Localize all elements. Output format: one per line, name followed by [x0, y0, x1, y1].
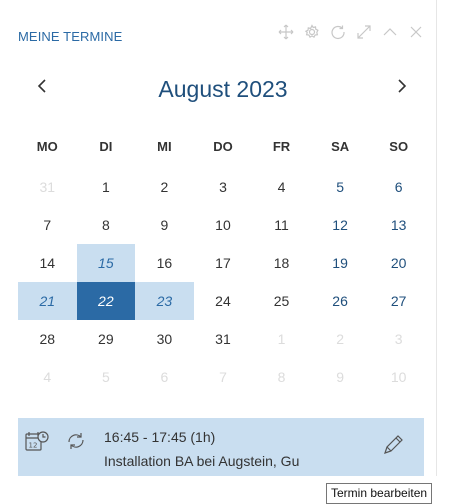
chevron-right-icon — [398, 79, 407, 93]
appointment-item[interactable]: 12 16:45 - 17:45 (1h) Installation BA be… — [18, 418, 424, 476]
calendar-day[interactable]: 14 — [18, 244, 77, 282]
calendar-day-selected[interactable]: 23 — [135, 282, 194, 320]
calendar-day[interactable]: 6 — [135, 358, 194, 396]
month-title: August 2023 — [158, 76, 288, 102]
spacer — [18, 157, 428, 168]
weekday-label: MI — [157, 138, 172, 154]
appointment-description-wrap: Installation BA bei Augstein, Gu — [104, 453, 364, 469]
calendar-day[interactable]: 7 — [194, 358, 253, 396]
calendar-day[interactable]: 11 — [252, 206, 311, 244]
calendar-day[interactable]: 31 — [194, 320, 253, 358]
weekday-header-row: MO DI MI DO FR SA SO — [18, 135, 428, 157]
weekday-label: SA — [331, 138, 350, 154]
weekday-label: FR — [272, 138, 291, 154]
move-icon[interactable] — [276, 22, 296, 42]
calendar-day[interactable]: 12 — [311, 206, 370, 244]
appointment-time: 16:45 - 17:45 (1h) — [104, 429, 216, 445]
calendar-day[interactable]: 31 — [18, 168, 77, 206]
calendar-clock-icon: 12 — [25, 431, 49, 451]
calendar-day[interactable]: 4 — [18, 358, 77, 396]
calendar-day[interactable]: 2 — [311, 320, 370, 358]
widget-toolbar — [276, 22, 426, 42]
calendar-week-row: 28 29 30 31 1 2 3 — [18, 320, 428, 358]
svg-text:12: 12 — [29, 442, 38, 450]
month-navigation: August 2023 — [18, 70, 428, 110]
calendar-day[interactable]: 8 — [252, 358, 311, 396]
calendar-week-row: 4 5 6 7 8 9 10 — [18, 358, 428, 396]
next-month-button[interactable] — [390, 72, 414, 100]
calendar-day[interactable]: 8 — [77, 206, 136, 244]
calendar-day[interactable]: 10 — [194, 206, 253, 244]
calendar-day[interactable]: 2 — [135, 168, 194, 206]
text-fade — [324, 453, 364, 469]
calendar-day[interactable]: 6 — [369, 168, 428, 206]
calendar-day-selected[interactable]: 21 — [18, 282, 77, 320]
appointment-description: Installation BA bei Augstein, Gu — [104, 453, 300, 469]
calendar-day[interactable]: 28 — [18, 320, 77, 358]
calendar-day[interactable]: 3 — [194, 168, 253, 206]
calendar-day[interactable]: 24 — [194, 282, 253, 320]
recurring-icon[interactable] — [65, 430, 87, 452]
calendar-day[interactable]: 19 — [311, 244, 370, 282]
widget-header: MEINE TERMINE — [18, 24, 436, 48]
calendar-day[interactable]: 17 — [194, 244, 253, 282]
weekday-label: MO — [36, 138, 58, 154]
calendar-day[interactable]: 7 — [18, 206, 77, 244]
calendar-day[interactable]: 27 — [369, 282, 428, 320]
calendar-day[interactable]: 29 — [77, 320, 136, 358]
calendar-day[interactable]: 1 — [77, 168, 136, 206]
weekday-label: SO — [389, 138, 409, 154]
calendar-day[interactable]: 1 — [252, 320, 311, 358]
gear-icon[interactable] — [302, 22, 322, 42]
calendar-day[interactable]: 5 — [311, 168, 370, 206]
calendar-week-row: 7 8 9 10 11 12 13 — [18, 206, 428, 244]
calendar-day[interactable]: 5 — [77, 358, 136, 396]
close-icon[interactable] — [406, 22, 426, 42]
weekday-label: DO — [213, 138, 233, 154]
collapse-icon[interactable] — [380, 22, 400, 42]
calendar-day[interactable]: 9 — [135, 206, 194, 244]
calendar-day-current[interactable]: 22 — [76, 282, 136, 320]
calendar-day[interactable]: 26 — [311, 282, 370, 320]
calendar-day[interactable]: 25 — [252, 282, 311, 320]
calendar-day[interactable]: 20 — [369, 244, 428, 282]
calendar-day[interactable]: 3 — [369, 320, 428, 358]
calendar-day[interactable]: 4 — [252, 168, 311, 206]
calendar-day[interactable]: 13 — [369, 206, 428, 244]
calendar-week-row: 21 22 23 24 25 26 27 — [18, 282, 428, 320]
calendar-day[interactable]: 9 — [311, 358, 370, 396]
expand-icon[interactable] — [354, 22, 374, 42]
calendar-day[interactable]: 10 — [369, 358, 428, 396]
refresh-icon[interactable] — [328, 22, 348, 42]
calendar-day-selected[interactable]: 15 — [76, 244, 136, 282]
calendar-week-row: 31 1 2 3 4 5 6 — [18, 168, 428, 206]
calendar-day[interactable]: 16 — [135, 244, 194, 282]
calendar-week-row: 14 15 16 17 18 19 20 — [18, 244, 428, 282]
appointments-widget: MEINE TERMINE August 2023 MO DI MI DO FR… — [0, 0, 437, 476]
edit-tooltip: Termin bearbeiten — [326, 483, 433, 504]
weekday-label: DI — [99, 138, 113, 154]
calendar-grid: MO DI MI DO FR SA SO 31 1 2 3 4 5 6 7 8 … — [18, 135, 428, 396]
pencil-icon[interactable] — [380, 432, 406, 458]
widget-title: MEINE TERMINE — [18, 29, 123, 44]
calendar-day[interactable]: 30 — [135, 320, 194, 358]
calendar-day[interactable]: 18 — [252, 244, 311, 282]
